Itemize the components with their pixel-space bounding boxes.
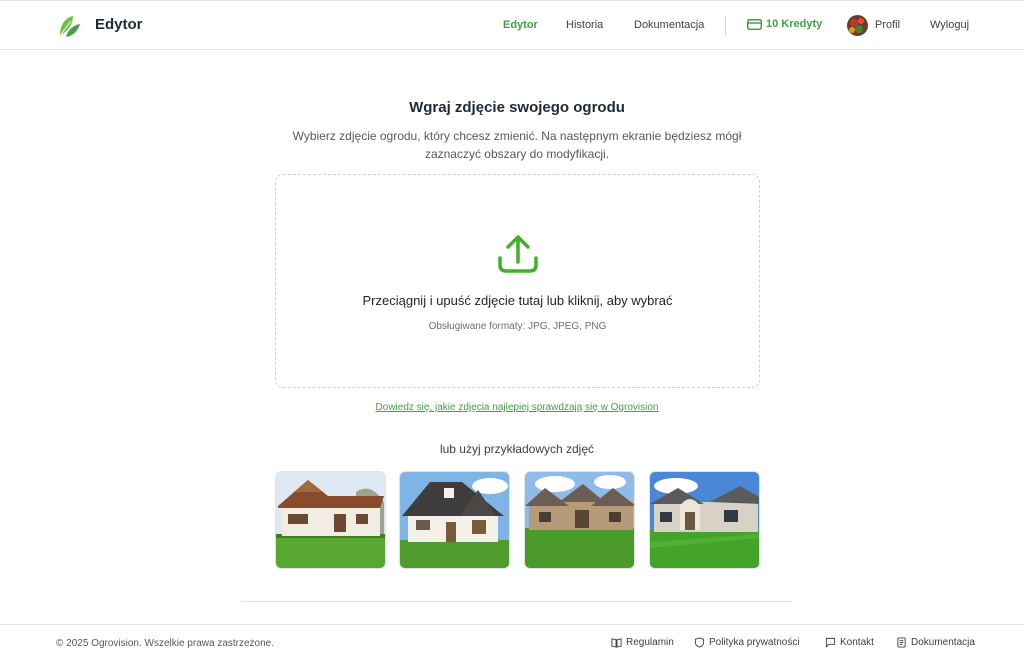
house-photo-1 [276, 472, 385, 568]
footer-docs-link[interactable]: Dokumentacja [896, 637, 975, 648]
example-photo-3[interactable] [524, 471, 635, 569]
brand-name[interactable]: Edytor [95, 16, 143, 33]
upload-dropzone[interactable]: Przeciągnij i upuść zdjęcie tutaj lub kl… [275, 174, 760, 388]
examples-label: lub użyj przykładowych zdjęć [439, 442, 595, 456]
chat-icon [825, 637, 836, 648]
example-photo-2[interactable] [399, 471, 510, 569]
leaf-logo-icon[interactable] [56, 13, 82, 39]
footer-contact-link[interactable]: Kontakt [825, 637, 874, 648]
credits-label: 10 Kredyty [766, 18, 823, 30]
shield-icon [694, 637, 705, 648]
nav-editor[interactable]: Edytor [503, 19, 538, 31]
copyright-text: © 2025 Ogrovision. Wszelkie prawa zastrz… [56, 638, 275, 649]
upload-icon [498, 235, 538, 273]
logout-link[interactable]: Wyloguj [930, 19, 969, 31]
document-icon [897, 637, 906, 648]
page-subtitle: Wybierz zdjęcie ogrodu, który chcesz zmi… [292, 129, 742, 161]
example-photo-1[interactable] [275, 471, 386, 569]
top-navbar: Edytor Edytor Historia Dokumentacja 10 K… [0, 0, 1024, 50]
nav-history[interactable]: Historia [566, 19, 603, 31]
house-photo-3 [525, 472, 634, 568]
photo-tips-link[interactable]: Dowiedz się, jakie zdjęcia najlepiej spr… [0, 402, 1024, 413]
footer-docs-label: Dokumentacja [911, 637, 975, 648]
credits-button[interactable]: 10 Kredyty [747, 18, 822, 30]
profile-link[interactable]: Profil [875, 19, 900, 31]
house-photo-4 [650, 472, 759, 568]
example-photo-4[interactable] [649, 471, 760, 569]
footer-contact-label: Kontakt [840, 637, 874, 648]
credit-card-icon [747, 18, 762, 30]
content-divider [241, 601, 793, 602]
footer-terms-link[interactable]: Regulamin [611, 637, 674, 648]
avatar[interactable] [847, 15, 868, 36]
dropzone-formats: Obsługiwane formaty: JPG, JPEG, PNG [428, 321, 607, 332]
footer-terms-label: Regulamin [626, 637, 674, 648]
footer: © 2025 Ogrovision. Wszelkie prawa zastrz… [0, 624, 1024, 655]
nav-divider [725, 16, 726, 36]
footer-privacy-link[interactable]: Polityka prywatności [694, 637, 800, 648]
book-icon [611, 638, 622, 648]
house-photo-2 [400, 472, 509, 568]
footer-privacy-label: Polityka prywatności [709, 637, 800, 648]
page-title: Wgraj zdjęcie swojego ogrodu [409, 99, 625, 116]
nav-docs[interactable]: Dokumentacja [634, 19, 704, 31]
dropzone-instruction: Przeciągnij i upuść zdjęcie tutaj lub kl… [362, 293, 673, 308]
